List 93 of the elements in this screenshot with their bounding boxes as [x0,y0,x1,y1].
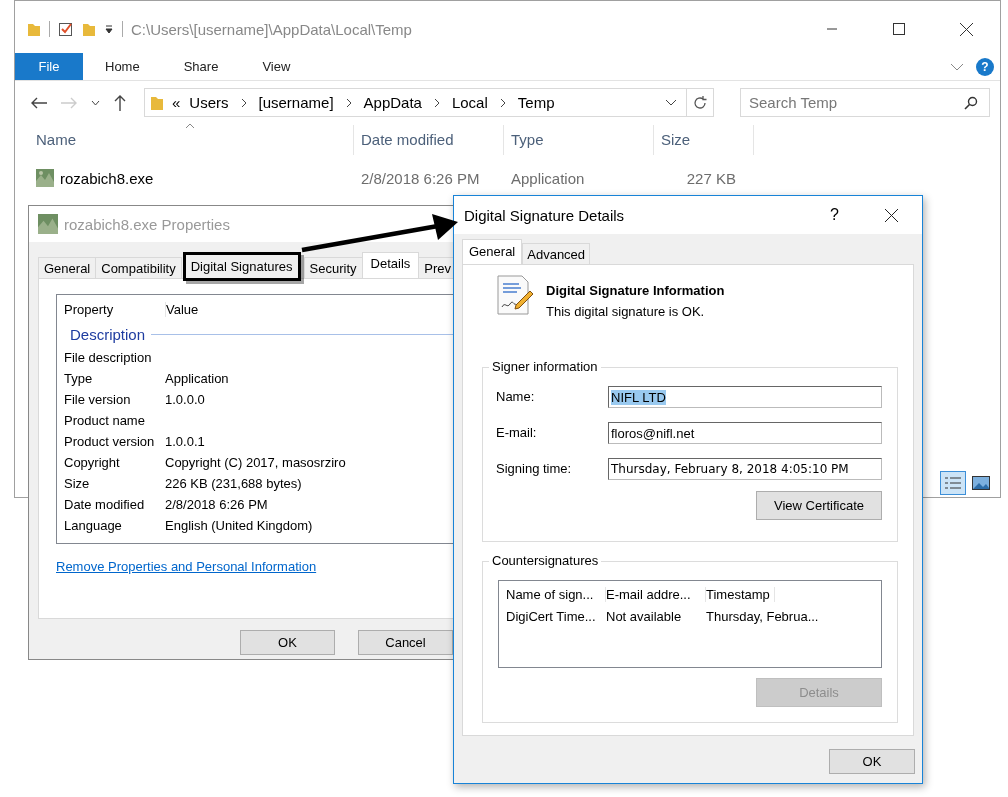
back-arrow-icon[interactable] [31,96,47,109]
group-label: Countersignatures [489,553,602,568]
tab[interactable]: Digital Signatures [182,252,301,281]
text-field[interactable]: Thursday, February 8, 2018 4:05:10 PM [608,458,882,480]
file-menu-button[interactable]: File [15,53,83,80]
column-header[interactable]: Name of sign... [506,586,606,602]
close-icon[interactable] [885,208,898,222]
info-text: This digital signature is OK. [546,304,706,319]
column-header[interactable]: Type [504,125,654,155]
help-button[interactable]: ? [830,206,839,224]
column-header[interactable]: Value [166,301,199,317]
property-name: File description [64,350,152,365]
ribbon-tab[interactable]: View [240,59,313,74]
column-header[interactable]: Name [29,125,354,155]
tab[interactable]: Compatibility [95,257,182,278]
checkmark-icon[interactable] [58,21,74,37]
property-value: Application [165,371,229,386]
tab[interactable]: Advanced [522,243,591,264]
property-value: English (United Kingdom) [165,518,313,533]
property-name: Type [64,371,93,386]
breadcrumb-item[interactable]: Users [189,94,229,111]
property-value: 2/8/2018 6:26 PM [165,497,268,512]
column-header[interactable]: Date modified [354,125,504,155]
file-date: 2/8/2018 6:26 PM [361,169,480,187]
file-icon [38,214,58,234]
search-icon[interactable] [964,96,978,110]
breadcrumb-item[interactable]: Temp [517,94,555,111]
ok-button[interactable]: OK [829,749,915,774]
group-label: Signer information [489,359,601,374]
address-bar[interactable]: « Users [username] AppData Local Temp [144,88,714,117]
info-heading: Digital Signature Information [546,283,725,298]
table-cell-text: Not available [606,608,683,624]
breadcrumb-item[interactable]: [username] [258,94,334,111]
field-label: Name: [496,388,536,406]
maximize-icon[interactable] [893,23,905,35]
window-title: rozabich8.exe Properties [64,215,230,233]
table-cell-text: DigiCert Time... [506,608,597,624]
text-field[interactable]: NIFL LTD [608,386,882,408]
chevron-down-icon[interactable] [91,99,100,106]
field-label: Signing time: [496,460,573,478]
folder-icon [151,94,163,111]
breadcrumb-overflow[interactable]: « [172,94,181,111]
property-value: 1.0.0.0 [165,392,205,407]
field-label: E-mail: [496,424,538,442]
large-icons-view-icon[interactable] [970,473,992,493]
dialog-button[interactable]: OK [240,630,335,655]
help-button[interactable]: ? [976,57,994,76]
window-title: C:\Users\[username]\AppData\Local\Temp [131,20,412,38]
refresh-icon[interactable] [692,94,708,111]
property-name: File version [64,392,131,407]
tab[interactable]: General [462,239,523,264]
column-header[interactable]: Property [64,301,166,317]
text-field[interactable]: floros@nifl.net [608,422,882,444]
table-cell-text: Thursday, Februa... [706,608,820,624]
property-value: Copyright (C) 2017, masosrziro [165,455,346,470]
dropdown-icon[interactable] [104,24,114,34]
remove-properties-link[interactable]: Remove Properties and Personal Information [56,559,317,574]
file-type: Application [511,169,585,187]
column-header[interactable]: E-mail addre... [606,586,706,602]
property-name: Language [64,518,122,533]
breadcrumb-item[interactable]: AppData [363,94,422,111]
property-name: Copyright [64,455,120,470]
file-name[interactable]: rozabich8.exe [60,169,154,187]
column-header[interactable]: Timestamp [706,586,775,602]
tab[interactable]: Security [303,257,363,278]
property-name: Date modified [64,497,145,512]
chevron-right-icon[interactable] [433,97,440,108]
property-value: 1.0.0.1 [165,434,205,449]
view-certificate-button[interactable]: View Certificate [756,491,882,520]
search-field[interactable]: Search Temp [740,88,990,117]
column-header[interactable]: Size [654,125,754,155]
close-icon[interactable] [960,22,973,36]
chevron-right-icon[interactable] [345,97,352,108]
window-title: Digital Signature Details [464,206,625,224]
property-value: 226 KB (231,688 bytes) [165,476,302,491]
tab[interactable]: Details [361,252,420,278]
ribbon-tab[interactable]: Home [83,59,162,74]
up-arrow-icon[interactable] [114,94,126,111]
chevron-right-icon[interactable] [240,97,247,108]
property-name: Size [64,476,90,491]
breadcrumb-item[interactable]: Local [451,94,488,111]
signed-document-icon [496,275,534,315]
ribbon-tab[interactable]: Share [161,59,241,74]
chevron-down-icon[interactable] [665,99,677,106]
file-icon [36,169,54,187]
tab[interactable]: General [38,257,97,278]
property-name: Product name [64,413,145,428]
property-name: Product version [64,434,155,449]
group-header: Description [70,325,146,343]
dialog-button[interactable]: Cancel [358,630,453,655]
chevron-right-icon[interactable] [499,97,506,108]
sort-caret-icon [185,123,195,129]
file-size: 227 KB [686,169,736,187]
